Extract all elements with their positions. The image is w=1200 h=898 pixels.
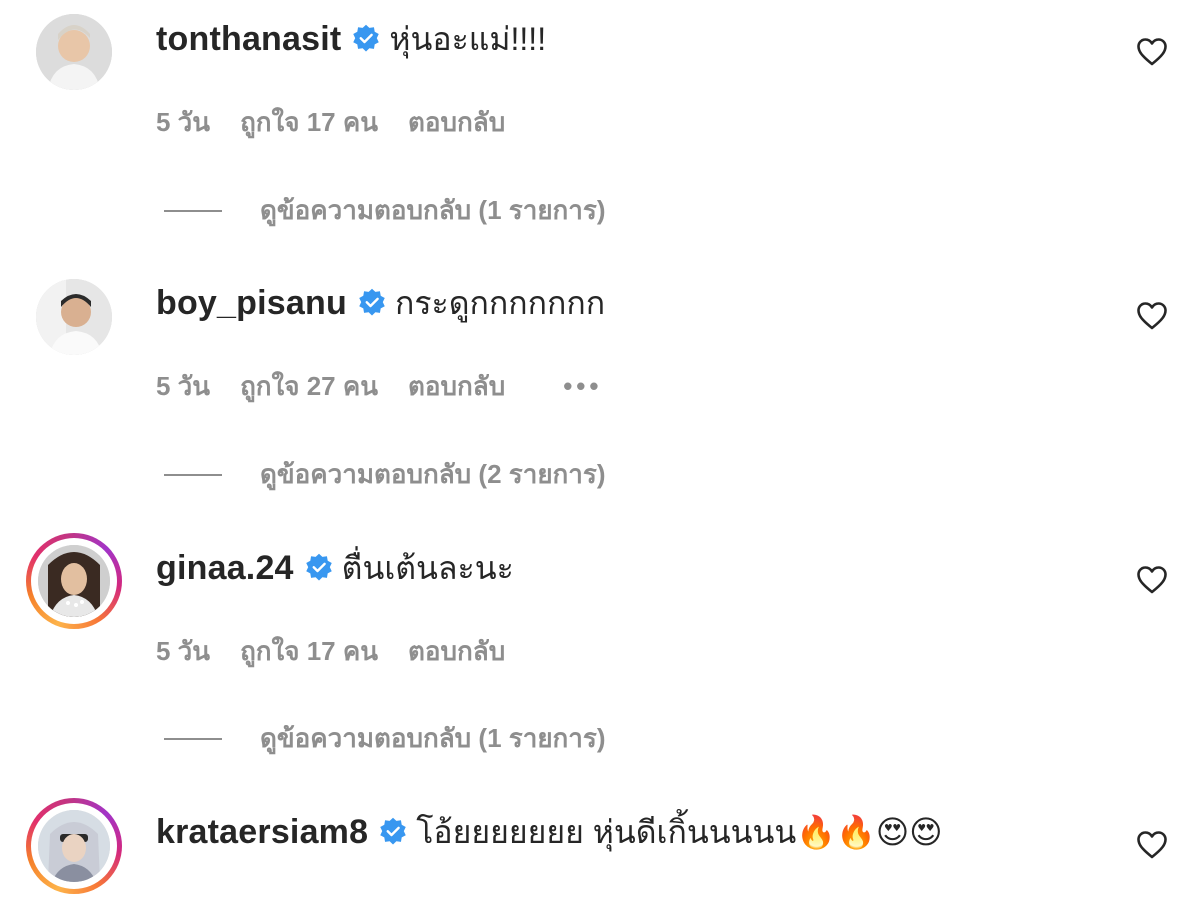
heart-icon[interactable] (1136, 565, 1168, 595)
comment-meta: 5 วัน ถูกใจ 27 คน ตอบกลับ ••• (156, 366, 633, 407)
likes-count[interactable]: ถูกใจ 17 คน (240, 102, 378, 143)
comment-line: boy_pisanu กระดูกกกกกกก (156, 281, 605, 325)
view-replies-label: ดูข้อความตอบกลับ (2 รายการ) (260, 459, 606, 489)
comment-meta: 5 วัน ถูกใจ 17 คน ตอบกลับ (156, 631, 535, 672)
timestamp: 5 วัน (156, 107, 211, 137)
reply-button[interactable]: ตอบกลับ (408, 631, 505, 672)
verified-badge-icon (353, 24, 380, 52)
reply-button[interactable]: ตอบกลับ (408, 102, 505, 143)
avatar-story-ring[interactable] (26, 798, 122, 894)
verified-badge-icon (380, 817, 406, 845)
heart-icon[interactable] (1136, 301, 1168, 331)
heart-icon[interactable] (1136, 37, 1168, 67)
avatar[interactable] (26, 4, 122, 100)
view-replies-label: ดูข้อความตอบกลับ (1 รายการ) (260, 195, 606, 225)
username[interactable]: tonthanasit (156, 20, 341, 59)
comment-text: โอ้ยยยยยยย หุ่นดีเกิ้นนนนน🔥🔥😍😍 (416, 813, 943, 850)
replies-divider (164, 209, 222, 212)
verified-badge-icon (359, 288, 385, 316)
avatar-image (38, 545, 110, 617)
reply-button[interactable]: ตอบกลับ (408, 366, 505, 407)
view-replies-button[interactable]: ดูข้อความตอบกลับ (1 รายการ) (164, 190, 606, 231)
verified-badge-icon (305, 553, 332, 581)
heart-icon[interactable] (1136, 830, 1168, 860)
username[interactable]: krataersiam8 (156, 813, 368, 852)
replies-divider (164, 473, 222, 476)
view-replies-button[interactable]: ดูข้อความตอบกลับ (2 รายการ) (164, 454, 606, 495)
timestamp: 5 วัน (156, 636, 211, 666)
comment-text: กระดูกกกกกกก (394, 284, 606, 321)
avatar-story-ring[interactable] (26, 533, 122, 629)
view-replies-button[interactable]: ดูข้อความตอบกลับ (1 รายการ) (164, 718, 606, 759)
avatar-image (38, 810, 110, 882)
username[interactable]: boy_pisanu (156, 284, 347, 323)
view-replies-label: ดูข้อความตอบกลับ (1 รายการ) (260, 723, 606, 753)
likes-count[interactable]: ถูกใจ 27 คน (240, 366, 378, 407)
more-options-icon[interactable]: ••• (563, 371, 602, 402)
likes-count[interactable]: ถูกใจ 17 คน (240, 631, 378, 672)
comment-line: ginaa.24 ตื่นเต้นละนะ (156, 546, 514, 590)
username[interactable]: ginaa.24 (156, 549, 294, 588)
avatar-image (36, 279, 112, 355)
replies-divider (164, 737, 222, 740)
avatar[interactable] (26, 269, 122, 365)
comment-text: ตื่นเต้นละนะ (341, 549, 514, 586)
comment-text: หุ่นอะแม่!!!! (389, 20, 547, 57)
avatar-image (36, 14, 112, 90)
comment-line: krataersiam8 โอ้ยยยยยยย หุ่นดีเกิ้นนนนน🔥… (156, 810, 943, 854)
timestamp: 5 วัน (156, 371, 211, 401)
comment-meta: 5 วัน ถูกใจ 17 คน ตอบกลับ (156, 102, 535, 143)
comment-line: tonthanasit หุ่นอะแม่!!!! (156, 17, 546, 61)
